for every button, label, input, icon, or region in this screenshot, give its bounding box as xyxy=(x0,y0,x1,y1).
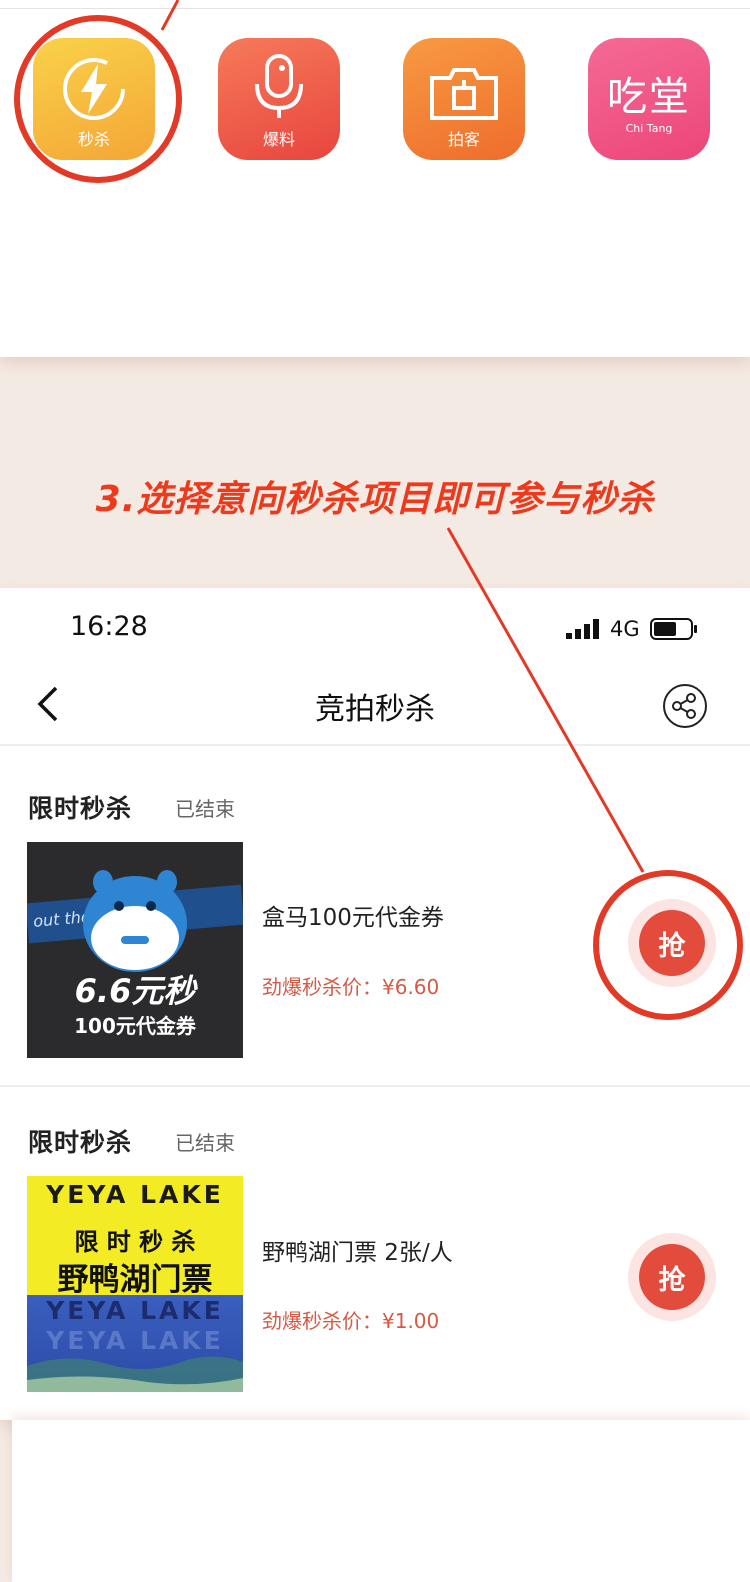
product-name[interactable]: 野鸭湖门票 2张/人 xyxy=(262,1233,453,1267)
grab-button-label: 抢 xyxy=(639,1244,705,1310)
app-photographer[interactable]: 拍客 xyxy=(403,38,525,160)
lake-scenery-image xyxy=(27,1356,243,1392)
thumb-top-text: YEYA LAKE xyxy=(46,1180,224,1209)
status-time: 16:28 xyxy=(70,611,148,642)
microphone-icon xyxy=(255,54,303,118)
thumb-subline: 100元代金券 xyxy=(74,1014,196,1038)
thumb-line2: 野鸭湖门票 xyxy=(57,1262,213,1298)
product-thumbnail[interactable]: YEYA LAKE 限 时 秒 杀 野鸭湖门票 YEYA LAKE YEYA L… xyxy=(27,1176,243,1392)
product-thumbnail[interactable]: out the is why 6.6元秒 100元代金券 xyxy=(27,842,243,1058)
highlight-ring xyxy=(14,0,182,183)
sale-status: 已结束 xyxy=(175,797,235,821)
highlight-ring xyxy=(446,527,743,1020)
section-title: 限时秒杀 xyxy=(28,1128,133,1157)
chitang-logo-icon: 吃堂 xyxy=(607,73,691,120)
camera-icon xyxy=(430,68,498,120)
app-shortcuts-card: 秒杀 爆料 拍客 吃堂 Chi Tang xyxy=(0,0,750,357)
hippo-mascot-icon xyxy=(83,870,187,972)
thumb-line1: 限 时 秒 杀 xyxy=(74,1228,196,1256)
product-price: 劲爆秒杀价：¥6.60 xyxy=(262,975,440,999)
divider xyxy=(0,1085,750,1087)
next-card xyxy=(12,1420,750,1582)
app-chitang[interactable]: 吃堂 Chi Tang xyxy=(588,38,710,160)
product-price: 劲爆秒杀价：¥1.00 xyxy=(262,1309,440,1333)
grab-button[interactable]: 抢 xyxy=(628,1233,716,1321)
instruction-text: 3.选择意向秒杀项目即可参与秒杀 xyxy=(95,479,655,520)
sale-status: 已结束 xyxy=(175,1131,235,1155)
app-tips[interactable]: 爆料 xyxy=(218,38,340,160)
section-title: 限时秒杀 xyxy=(28,794,133,823)
app-label: 拍客 xyxy=(447,130,480,149)
product-name[interactable]: 盒马100元代金券 xyxy=(262,898,444,932)
app-label: 爆料 xyxy=(262,130,295,149)
chitang-logo-subtitle: Chi Tang xyxy=(625,121,673,135)
thumb-bottom-text: YEYA LAKE xyxy=(46,1296,224,1325)
thumb-headline: 6.6元秒 xyxy=(74,972,196,1010)
